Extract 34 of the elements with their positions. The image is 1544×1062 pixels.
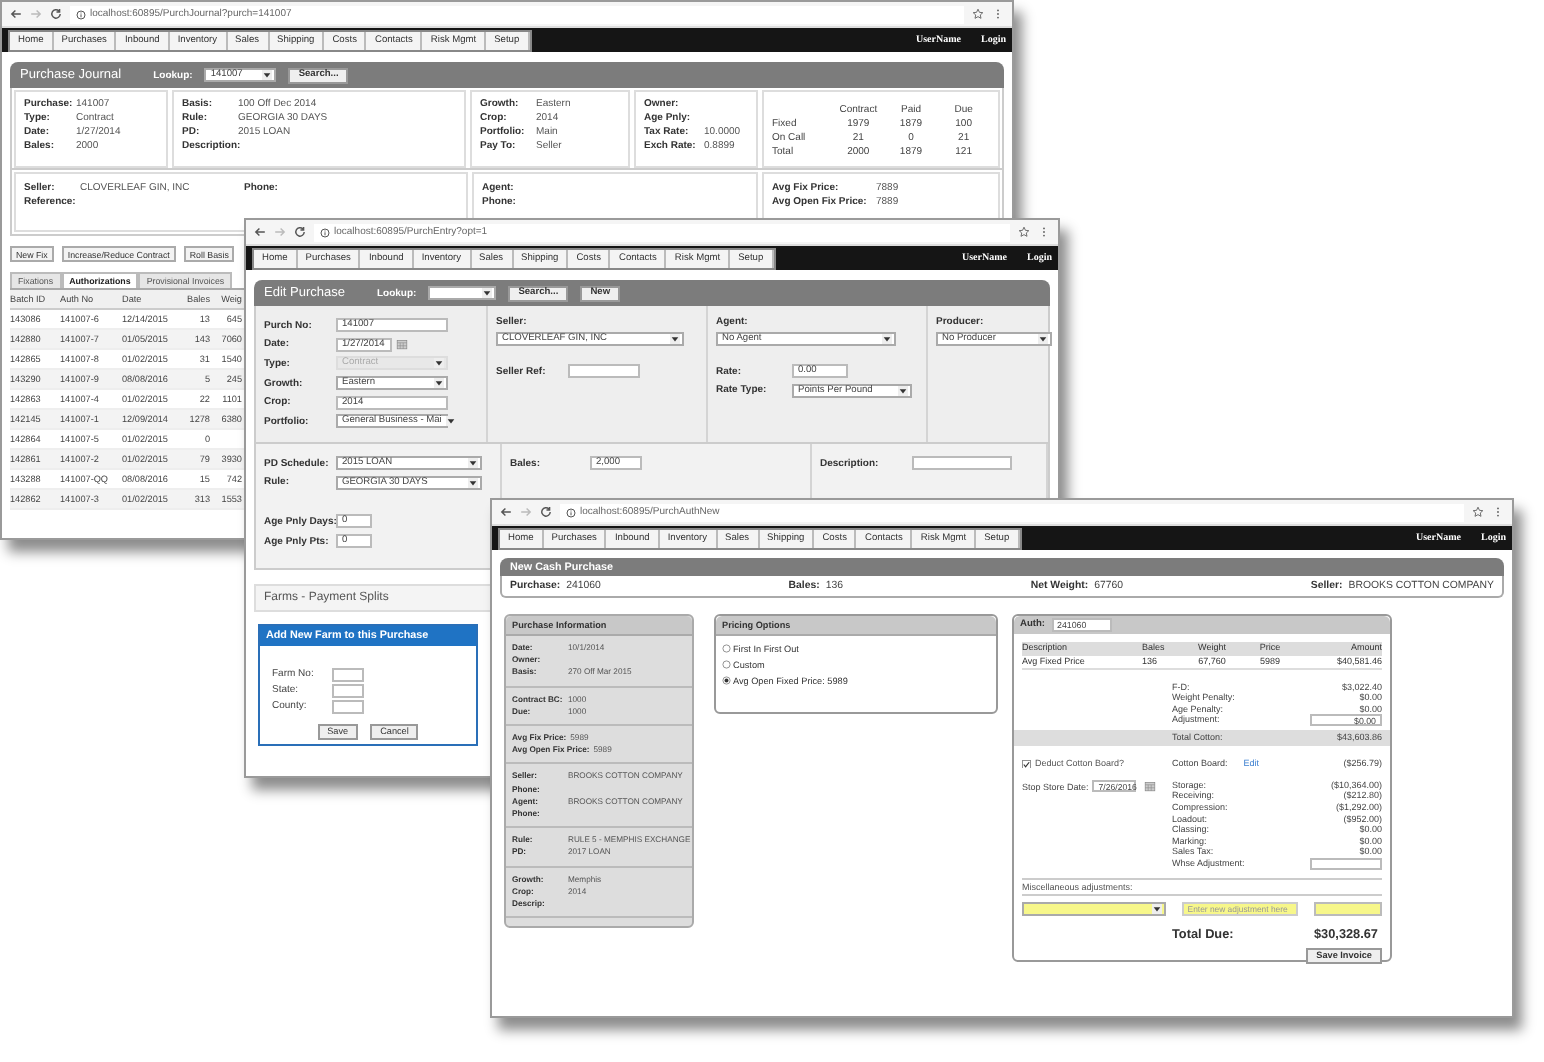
caret-icon bbox=[434, 358, 444, 369]
amount-field[interactable] bbox=[1310, 858, 1382, 871]
caret-icon bbox=[434, 378, 444, 389]
back-icon[interactable] bbox=[254, 226, 266, 238]
calendar-icon[interactable] bbox=[1144, 780, 1157, 793]
caret-icon bbox=[482, 288, 493, 298]
star-icon[interactable] bbox=[972, 8, 984, 20]
text-field[interactable] bbox=[912, 456, 1012, 471]
adjustment-amount-field[interactable] bbox=[1313, 902, 1382, 916]
caret-icon bbox=[670, 334, 680, 344]
caret-icon bbox=[445, 416, 456, 427]
adjustment-dropdown[interactable] bbox=[1022, 902, 1166, 916]
reload-icon[interactable] bbox=[540, 506, 552, 518]
star-icon[interactable] bbox=[1472, 506, 1484, 518]
caret-icon bbox=[262, 70, 273, 80]
caret-icon bbox=[468, 458, 478, 469]
info-icon bbox=[320, 227, 330, 237]
text-field[interactable] bbox=[332, 699, 364, 713]
text-field[interactable] bbox=[568, 364, 640, 379]
reload-icon[interactable] bbox=[50, 8, 62, 20]
info-icon bbox=[566, 507, 576, 517]
back-icon[interactable] bbox=[500, 506, 512, 518]
caret-icon bbox=[882, 334, 892, 344]
star-icon[interactable] bbox=[1018, 226, 1030, 238]
caret-icon bbox=[1151, 903, 1162, 914]
text-field[interactable] bbox=[332, 683, 364, 697]
reload-icon[interactable] bbox=[294, 226, 306, 238]
caret-icon bbox=[898, 385, 908, 396]
info-icon bbox=[76, 9, 86, 19]
lookup-dropdown[interactable] bbox=[428, 286, 497, 300]
back-icon[interactable] bbox=[10, 8, 22, 20]
text-field[interactable] bbox=[332, 667, 364, 681]
caret-icon bbox=[468, 477, 478, 488]
calendar-icon[interactable] bbox=[396, 338, 408, 351]
